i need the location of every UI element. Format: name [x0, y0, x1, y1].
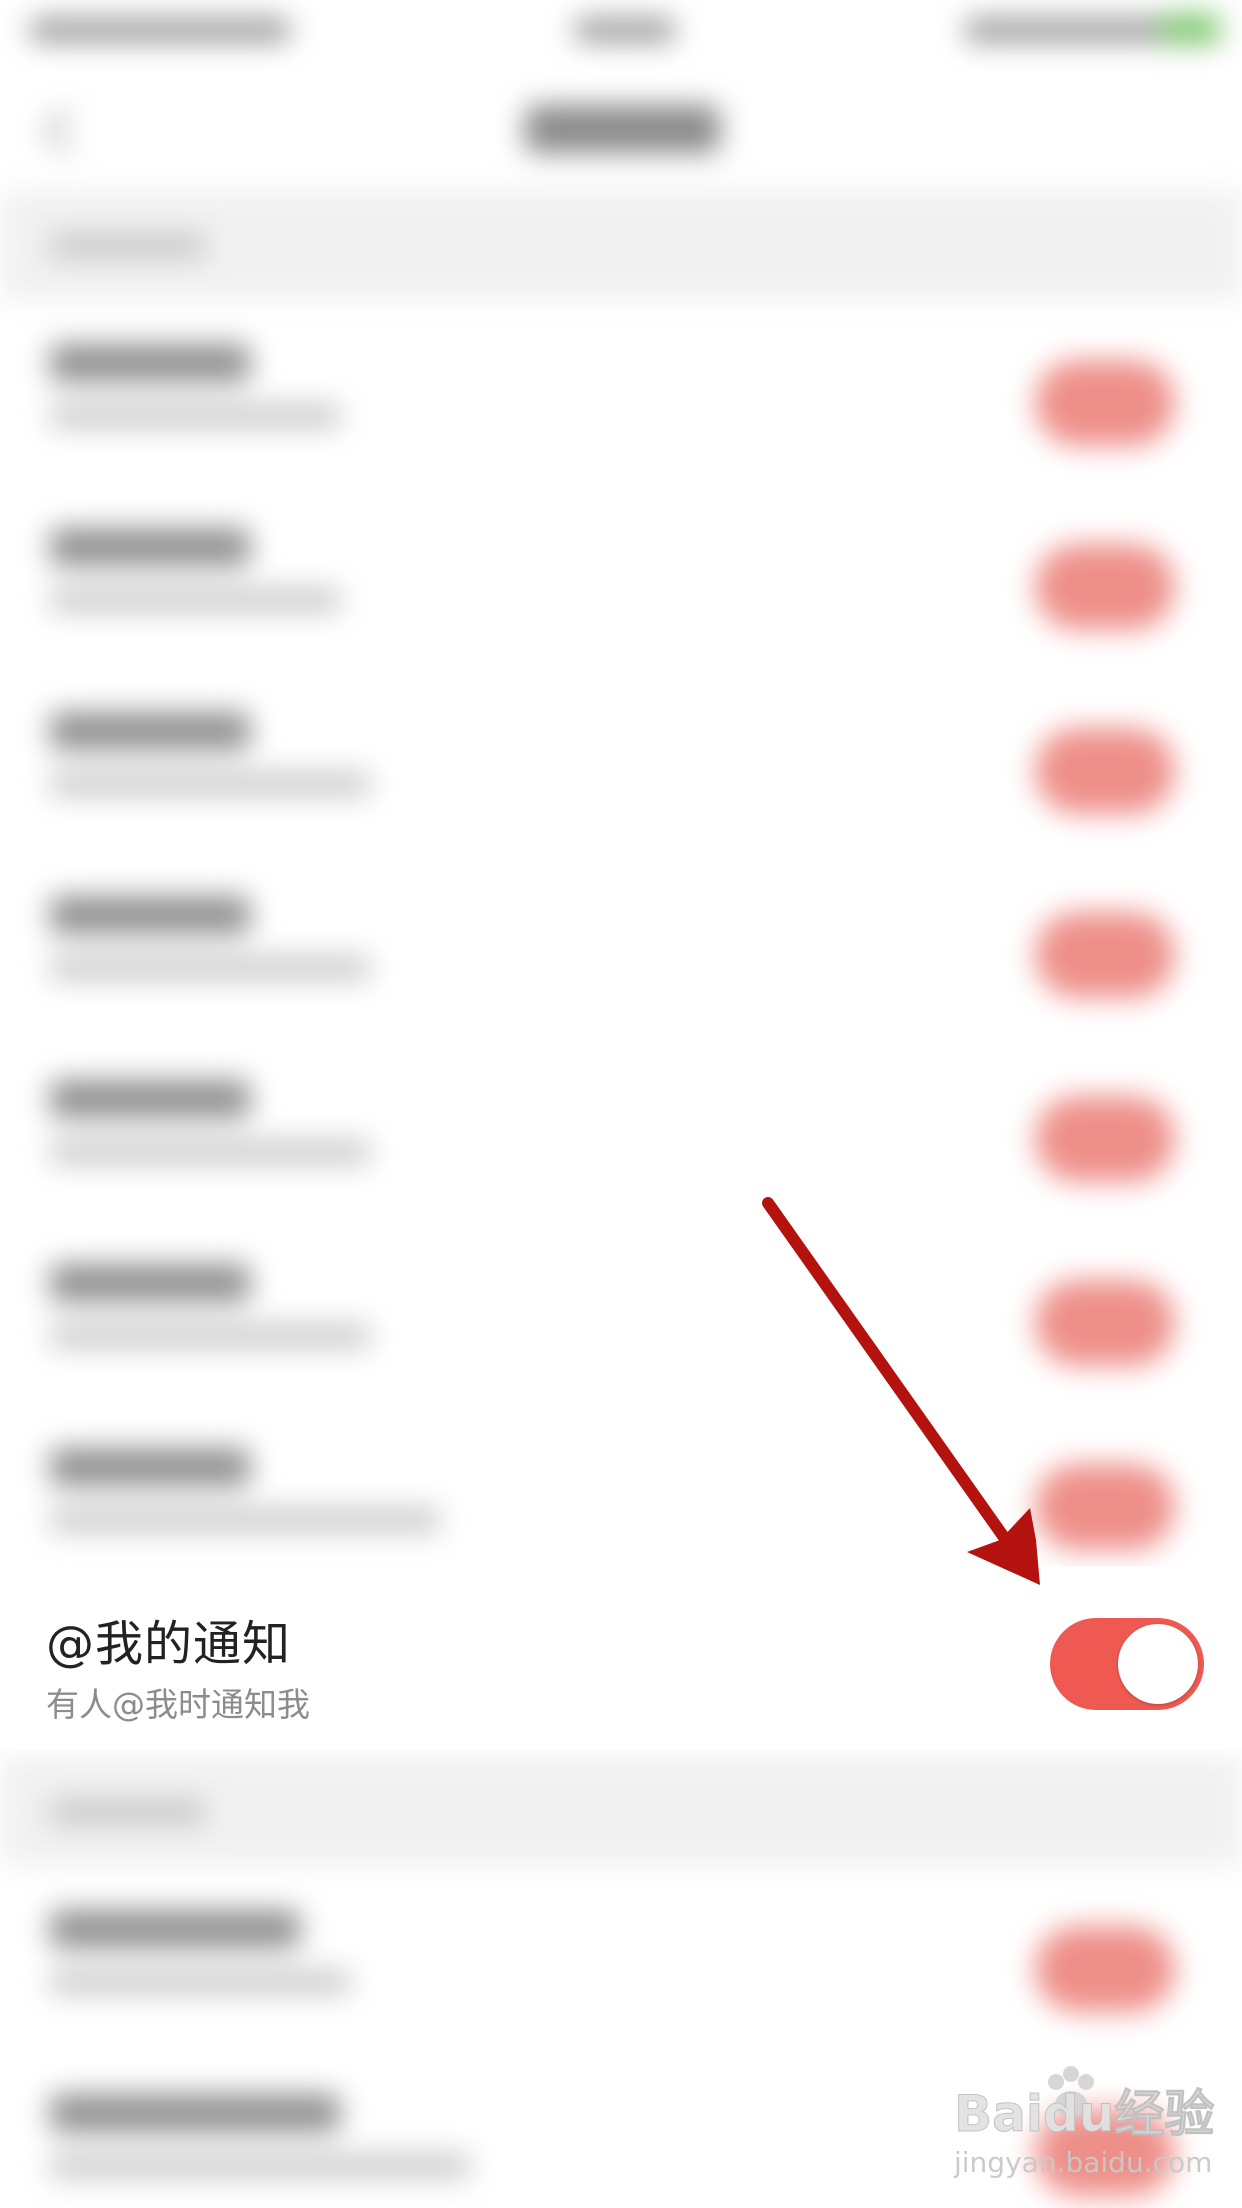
setting-row-title: [50, 1910, 300, 1948]
setting-row[interactable]: [0, 1404, 1242, 1588]
setting-row[interactable]: [0, 300, 1242, 484]
setting-row-title: [50, 712, 250, 750]
setting-row-subtitle: [50, 404, 340, 428]
status-bar-indicators: [965, 18, 1165, 42]
blurred-background: [0, 0, 1242, 2208]
section-header-label: [50, 1800, 205, 1824]
toggle-knob: [1118, 1624, 1198, 1704]
setting-row-title: [50, 896, 250, 934]
setting-toggle[interactable]: [1035, 1464, 1175, 1550]
setting-row[interactable]: [0, 1866, 1242, 2050]
setting-row-title: [50, 528, 250, 566]
mention-notification-toggle[interactable]: [1050, 1618, 1204, 1710]
setting-row-subtitle: [50, 1970, 350, 1994]
navigation-bar: [0, 60, 1242, 190]
watermark-brand: Baidu经验: [953, 2085, 1215, 2144]
setting-row-title: [50, 2094, 340, 2132]
setting-row-title: [50, 344, 250, 382]
back-arrow-icon[interactable]: [43, 108, 89, 154]
watermark-url: jingyan.baidu.com: [954, 2146, 1213, 2179]
mention-notification-title: @我的通知: [46, 1616, 292, 1672]
setting-row[interactable]: [0, 484, 1242, 668]
setting-row-title: [50, 1448, 250, 1486]
baidu-watermark: Baidu经验 jingyan.baidu.com: [948, 2066, 1228, 2190]
status-bar-carrier: [30, 18, 290, 42]
setting-row-subtitle: [50, 588, 340, 612]
setting-row-title: [50, 1080, 250, 1118]
setting-toggle[interactable]: [1035, 1280, 1175, 1366]
page-title-blurred: [525, 105, 720, 153]
mention-notification-subtitle: 有人@我时通知我: [46, 1685, 310, 1724]
setting-toggle[interactable]: [1035, 728, 1175, 814]
setting-toggle[interactable]: [1035, 1096, 1175, 1182]
battery-icon: [1160, 14, 1220, 44]
status-bar-time: [575, 18, 675, 42]
setting-row-subtitle: [50, 2154, 470, 2178]
setting-row[interactable]: [0, 668, 1242, 852]
setting-row-subtitle: [50, 1508, 440, 1532]
setting-toggle[interactable]: [1035, 360, 1175, 446]
screenshot-frame: @我的通知 有人@我时通知我 Baidu经验 jingyan.baidu.com: [0, 0, 1242, 2208]
setting-row[interactable]: [0, 1220, 1242, 1404]
setting-row[interactable]: [0, 1036, 1242, 1220]
setting-row[interactable]: [0, 852, 1242, 1036]
setting-toggle[interactable]: [1035, 912, 1175, 998]
setting-row-subtitle: [50, 1140, 370, 1164]
setting-row-subtitle: [50, 772, 370, 796]
mention-notification-row[interactable]: @我的通知 有人@我时通知我: [0, 1566, 1242, 1750]
section-header: [0, 190, 1242, 300]
setting-row-subtitle: [50, 1324, 370, 1348]
setting-row-subtitle: [50, 956, 370, 980]
section-header-label: [50, 234, 205, 258]
section-header: [0, 1756, 1242, 1866]
setting-row-title: [50, 1264, 250, 1302]
setting-toggle[interactable]: [1035, 544, 1175, 630]
status-bar: [0, 0, 1242, 60]
setting-toggle[interactable]: [1035, 1926, 1175, 2012]
